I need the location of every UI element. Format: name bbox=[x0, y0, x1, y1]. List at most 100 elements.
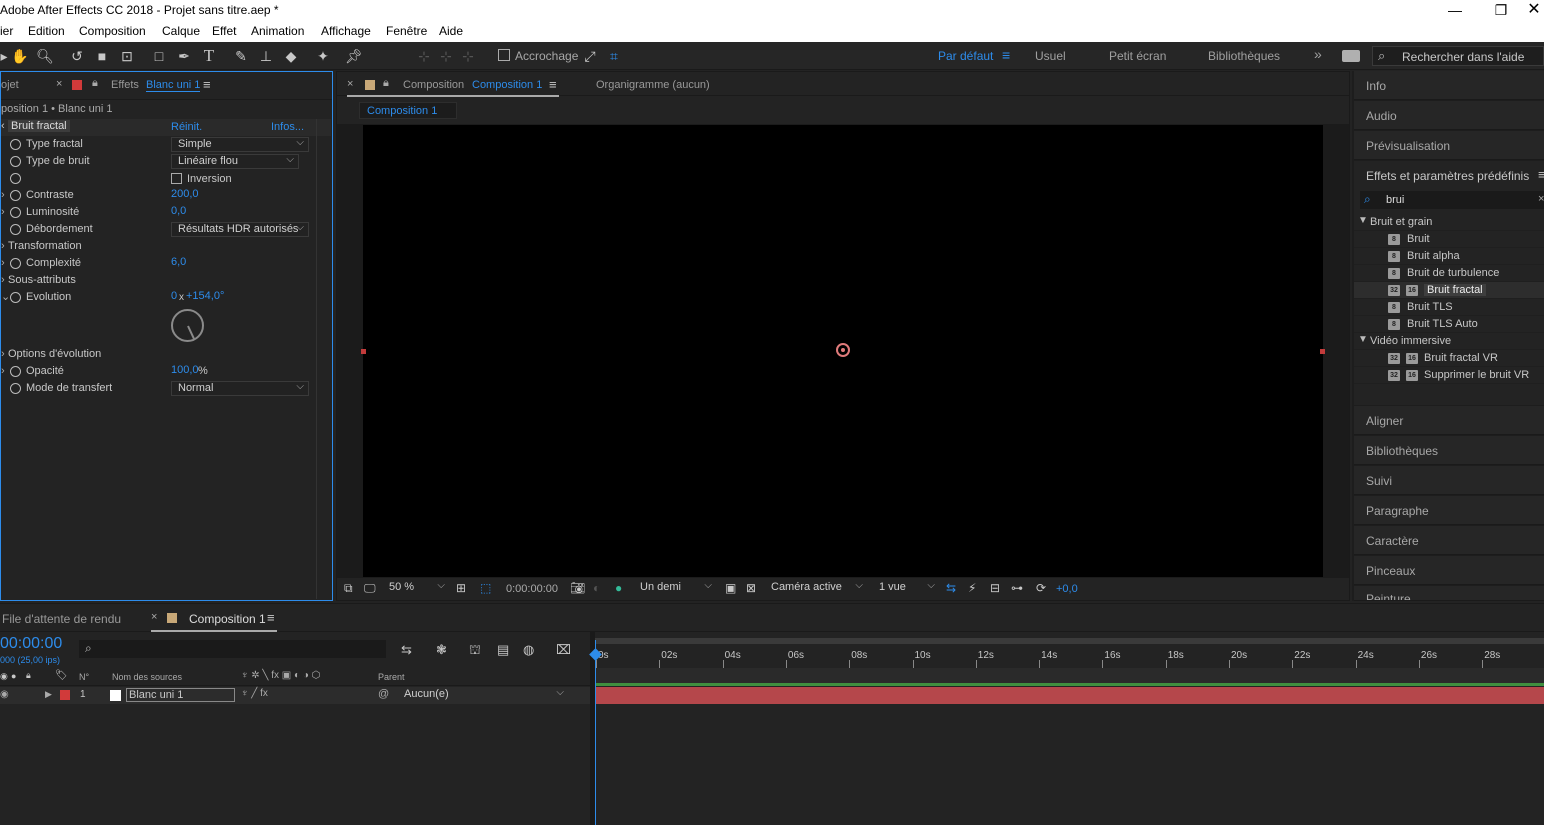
tab-timeline-comp[interactable]: Composition 1 bbox=[189, 612, 266, 626]
group-sous-attributs[interactable]: › Sous-attributs bbox=[1, 272, 331, 289]
workspace-petit-ecran[interactable]: Petit écran bbox=[1109, 49, 1166, 63]
transparency-grid-icon[interactable]: ⊠ bbox=[746, 581, 756, 595]
always-preview-icon[interactable]: ⧉ bbox=[344, 581, 353, 596]
layer-name-field[interactable]: Blanc uni 1 bbox=[126, 688, 235, 702]
layer-handle-left[interactable] bbox=[361, 349, 366, 354]
expand-icon[interactable]: › bbox=[1, 189, 5, 201]
stopwatch-icon[interactable] bbox=[10, 224, 21, 235]
layer-duration-bar[interactable] bbox=[595, 687, 1544, 704]
stopwatch-icon[interactable] bbox=[10, 173, 21, 184]
views-dropdown[interactable]: 1 vue bbox=[873, 581, 939, 596]
timeline-icon[interactable]: ⊟ bbox=[990, 581, 1000, 595]
lock-icon[interactable]: 🔒︎ bbox=[92, 77, 98, 90]
time-navigator[interactable] bbox=[595, 638, 1544, 644]
snap-edges-icon[interactable]: ⤢ bbox=[580, 46, 600, 66]
draft-3d-icon[interactable]: ❃ bbox=[436, 642, 447, 658]
toggle-pixel-aspect-icon[interactable]: ⇆ bbox=[946, 581, 956, 595]
about-link[interactable]: Infos... bbox=[271, 121, 304, 133]
luminosite-value[interactable]: 0,0 bbox=[171, 205, 186, 217]
tab-comp-label[interactable]: Composition bbox=[403, 79, 464, 91]
minimize-icon[interactable]: — bbox=[1432, 0, 1478, 22]
panel-aligner[interactable]: Aligner bbox=[1354, 406, 1544, 435]
effect-item[interactable]: 32 16 Bruit fractal VR bbox=[1354, 350, 1544, 367]
panel-preview[interactable]: Prévisualisation bbox=[1354, 131, 1544, 160]
text-tool-icon[interactable]: T bbox=[199, 46, 219, 66]
workspace-bibliotheques[interactable]: Bibliothèques bbox=[1208, 49, 1280, 63]
snapshot-icon[interactable]: 📷︎ bbox=[570, 581, 585, 595]
region-of-interest-icon[interactable]: ▣ bbox=[725, 581, 736, 595]
camera-tool-icon[interactable]: ■ bbox=[92, 46, 112, 66]
evolution-degrees[interactable]: +154,0° bbox=[186, 290, 224, 302]
source-name-column[interactable]: Nom des sources bbox=[112, 672, 182, 682]
expand-icon[interactable]: › bbox=[1, 206, 5, 218]
panel-menu-icon[interactable]: ≡ bbox=[1538, 167, 1544, 182]
safe-zones-icon[interactable]: ⊞ bbox=[456, 581, 466, 595]
effect-item[interactable]: 32 16 Supprimer le bruit VR bbox=[1354, 367, 1544, 384]
panel-menu-icon[interactable]: ≡ bbox=[267, 610, 275, 625]
tab-project[interactable]: ojet bbox=[1, 79, 19, 91]
reset-link[interactable]: Réinit. bbox=[171, 121, 202, 133]
time-ruler[interactable]: 0s 02s 04s 06s 08s 10s 12s 14s 16s 18s 20s 22s 24s 26… bbox=[595, 648, 1544, 668]
monitor-icon[interactable]: 🖵︎ bbox=[364, 581, 376, 596]
graph-editor-icon[interactable]: ⌧ bbox=[556, 642, 571, 658]
work-area-bar[interactable] bbox=[595, 668, 1544, 683]
anchor-point-icon[interactable] bbox=[836, 343, 850, 357]
expand-layer-icon[interactable]: ▶ bbox=[45, 689, 52, 700]
local-axis-icon[interactable]: ⊹ bbox=[414, 46, 434, 66]
panel-info[interactable]: Info bbox=[1354, 71, 1544, 100]
effects-search-input[interactable]: ⌕ brui × bbox=[1360, 191, 1544, 209]
evolution-revolutions[interactable]: 0 bbox=[171, 290, 177, 302]
group-transformation[interactable]: › Transformation bbox=[1, 238, 331, 255]
stopwatch-icon[interactable] bbox=[10, 156, 21, 167]
motion-blur-icon[interactable]: ◍ bbox=[523, 642, 534, 658]
layer-label-color[interactable] bbox=[60, 690, 70, 700]
debordement-dropdown[interactable]: Résultats HDR autorisés bbox=[171, 222, 309, 237]
menu-fenetre[interactable]: Fenêtre bbox=[386, 24, 427, 38]
expand-icon[interactable]: › bbox=[1, 240, 5, 252]
pickwhip-icon[interactable]: @ bbox=[378, 688, 389, 700]
view-axis-icon[interactable]: ⊹ bbox=[458, 46, 478, 66]
sync-settings-icon[interactable] bbox=[1342, 50, 1360, 62]
reset-exposure-icon[interactable]: ⟳ bbox=[1036, 581, 1046, 595]
stopwatch-icon[interactable] bbox=[10, 366, 21, 377]
effect-item[interactable]: 8 Bruit TLS Auto bbox=[1354, 316, 1544, 333]
zoom-tool-icon[interactable]: 🔍︎ bbox=[35, 46, 55, 66]
world-axis-icon[interactable]: ⊹ bbox=[436, 46, 456, 66]
panel-suivi[interactable]: Suivi bbox=[1354, 466, 1544, 495]
stopwatch-icon[interactable] bbox=[10, 258, 21, 269]
inversion-checkbox[interactable] bbox=[171, 173, 182, 184]
menu-calque[interactable]: Calque bbox=[162, 24, 200, 38]
visibility-toggle-icon[interactable]: ◉ bbox=[0, 689, 9, 700]
channel-icon[interactable]: ● bbox=[615, 581, 622, 595]
panel-menu-icon[interactable]: ≡ bbox=[203, 77, 211, 92]
clone-stamp-tool-icon[interactable]: ⊥ bbox=[256, 46, 276, 66]
expand-icon[interactable]: › bbox=[1, 257, 5, 269]
exposure-value[interactable]: +0,0 bbox=[1056, 583, 1078, 595]
timeline-timecode[interactable]: 00:00:00 bbox=[0, 635, 62, 653]
contraste-value[interactable]: 200,0 bbox=[171, 188, 199, 200]
pan-behind-tool-icon[interactable]: ⊡ bbox=[117, 46, 137, 66]
current-time-indicator[interactable] bbox=[595, 640, 596, 825]
type-fractal-dropdown[interactable]: Simple bbox=[171, 137, 309, 152]
close-tab-icon[interactable]: × bbox=[56, 78, 62, 90]
layer-handle-right[interactable] bbox=[1320, 349, 1325, 354]
more-workspaces-icon[interactable]: » bbox=[1314, 46, 1322, 62]
menu-edition[interactable]: Edition bbox=[28, 24, 65, 38]
shy-layers-icon[interactable]: ⛫ bbox=[469, 642, 481, 660]
expand-icon[interactable]: › bbox=[1, 365, 5, 377]
help-search-input[interactable]: ⌕ Rechercher dans l'aide bbox=[1372, 46, 1544, 66]
collapse-icon[interactable]: ⌄ bbox=[1, 290, 10, 303]
comp-subtab[interactable]: Composition 1 bbox=[359, 102, 457, 119]
parent-dropdown[interactable]: Aucun(e) bbox=[398, 688, 568, 703]
brush-tool-icon[interactable]: ✎ bbox=[231, 46, 251, 66]
stopwatch-icon[interactable] bbox=[10, 190, 21, 201]
panel-menu-icon[interactable]: ≡ bbox=[549, 77, 557, 92]
mode-transfert-dropdown[interactable]: Normal bbox=[171, 381, 309, 396]
type-bruit-dropdown[interactable]: Linéaire flou bbox=[171, 154, 299, 169]
hand-tool-icon[interactable]: ✋ bbox=[10, 46, 30, 66]
resolution-dropdown[interactable]: Un demi bbox=[634, 581, 716, 596]
restore-icon[interactable]: ❐ bbox=[1478, 0, 1524, 22]
collapse-icon[interactable]: ▼ bbox=[1358, 215, 1368, 226]
workspace-default[interactable]: Par défaut bbox=[938, 49, 993, 63]
comp-canvas[interactable] bbox=[361, 125, 1325, 577]
